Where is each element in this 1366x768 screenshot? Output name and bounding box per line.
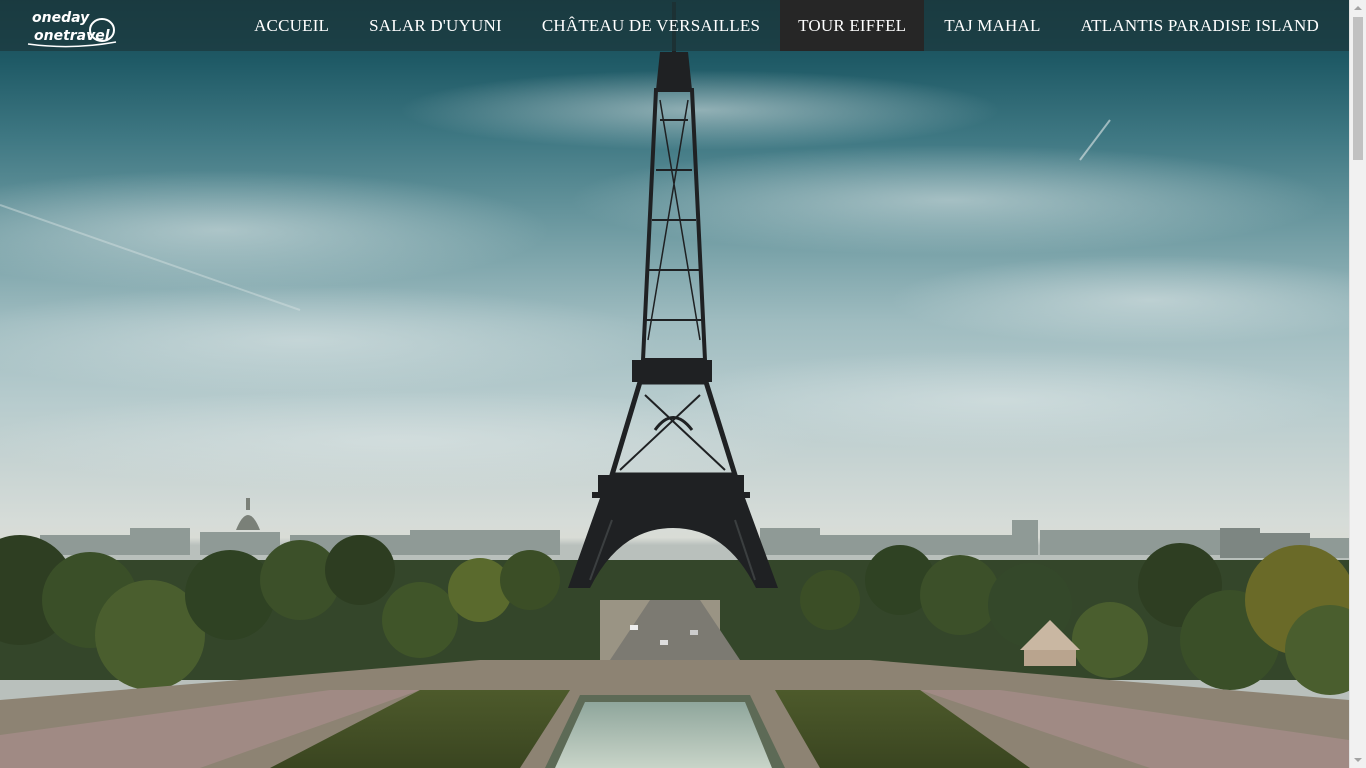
nav-item-salar-duyuni[interactable]: SALAR D'UYUNI bbox=[349, 0, 522, 51]
scrollbar-thumb[interactable] bbox=[1353, 17, 1363, 160]
main-navbar: oneday onetravel ACCUEIL SALAR D'UYUNI C… bbox=[0, 0, 1349, 51]
eiffel-tower-scene bbox=[0, 2, 1349, 768]
hero-image bbox=[0, 0, 1349, 768]
page: oneday onetravel ACCUEIL SALAR D'UYUNI C… bbox=[0, 0, 1366, 768]
logo-graphic: oneday onetravel bbox=[27, 10, 117, 48]
clouds bbox=[0, 70, 1349, 490]
scroll-down-arrow-icon[interactable] bbox=[1354, 758, 1362, 762]
vertical-scrollbar[interactable] bbox=[1349, 0, 1366, 768]
nav-item-taj-mahal[interactable]: TAJ MAHAL bbox=[924, 0, 1060, 51]
nav-item-accueil[interactable]: ACCUEIL bbox=[234, 0, 349, 51]
scroll-up-arrow-icon[interactable] bbox=[1354, 6, 1362, 10]
nav-item-atlantis-paradise-island[interactable]: ATLANTIS PARADISE ISLAND bbox=[1061, 0, 1339, 51]
nav-item-tour-eiffel[interactable]: TOUR EIFFEL bbox=[780, 0, 925, 51]
oneday-onetravel-logo-icon[interactable]: oneday onetravel bbox=[26, 4, 118, 48]
nav-item-chateau-de-versailles[interactable]: CHÂTEAU DE VERSAILLES bbox=[522, 0, 780, 51]
nav-menu: ACCUEIL SALAR D'UYUNI CHÂTEAU DE VERSAIL… bbox=[234, 0, 1339, 51]
logo-line1: oneday bbox=[32, 10, 90, 26]
logo-line2: onetravel bbox=[34, 28, 110, 44]
